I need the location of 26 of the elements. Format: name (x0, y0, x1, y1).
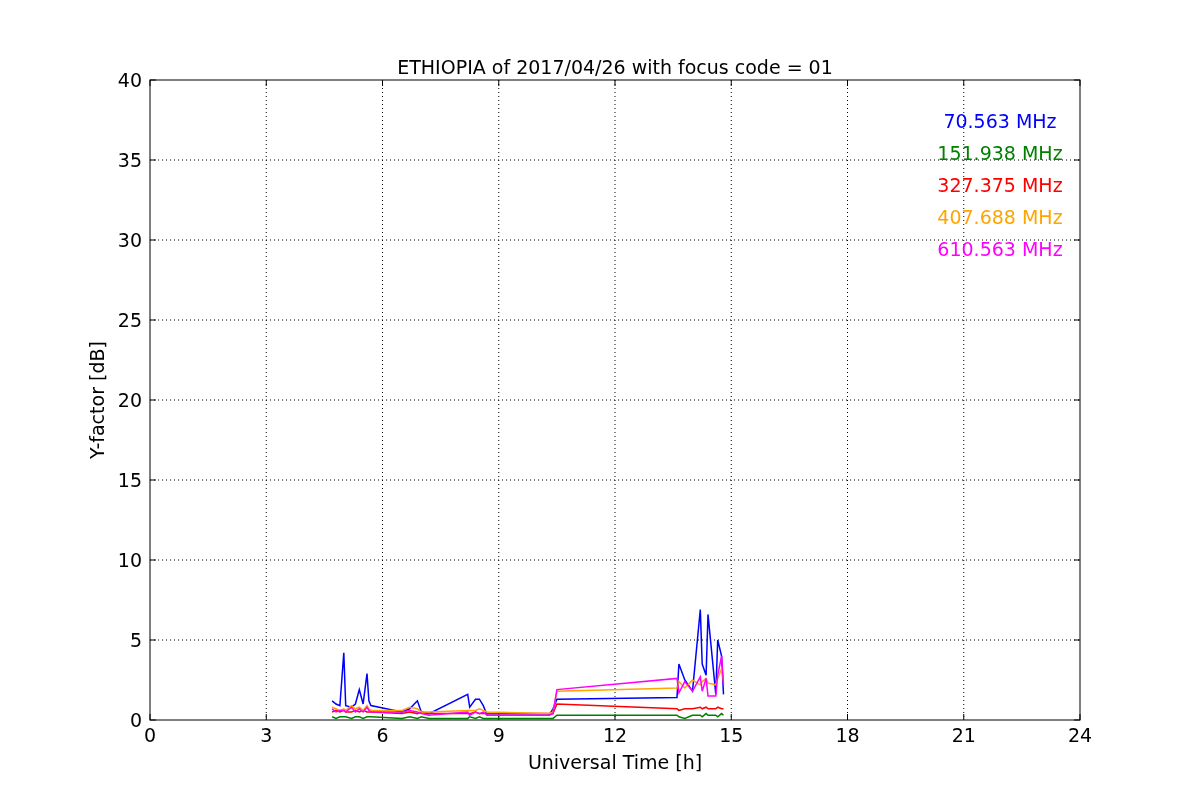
y-tick-label: 15 (117, 469, 142, 491)
y-tick-label: 20 (117, 389, 142, 411)
x-tick-label: 6 (376, 724, 389, 746)
y-tick-label: 30 (117, 229, 142, 251)
y-axis-label: Y-factor [dB] (86, 341, 108, 459)
x-tick-label: 3 (260, 724, 273, 746)
y-tick-label: 35 (117, 149, 142, 171)
legend-label: 327.375 MHz (937, 174, 1063, 196)
x-axis-label: Universal Time [h] (527, 751, 703, 773)
y-tick-label: 10 (117, 549, 142, 571)
x-tick-label: 15 (719, 724, 744, 746)
legend-label: 70.563 MHz (943, 110, 1057, 132)
x-tick-label: 0 (143, 724, 157, 746)
x-tick-label: 24 (1067, 724, 1093, 746)
y-tick-label: 25 (117, 309, 142, 331)
chart-title: ETHIOPIA of 2017/04/26 with focus code = 01 (397, 56, 833, 78)
y-tick-label: 40 (117, 69, 142, 91)
legend-label: 151.938 MHz (937, 142, 1063, 164)
legend-label: 407.688 MHz (937, 206, 1063, 228)
x-tick-label: 18 (835, 724, 860, 746)
x-tick-label: 9 (492, 724, 505, 746)
x-tick-label: 12 (602, 724, 628, 746)
legend-label: 610.563 MHz (937, 238, 1063, 260)
x-tick-label: 21 (951, 724, 976, 746)
y-tick-label: 0 (129, 709, 142, 731)
y-tick-label: 5 (129, 629, 142, 651)
